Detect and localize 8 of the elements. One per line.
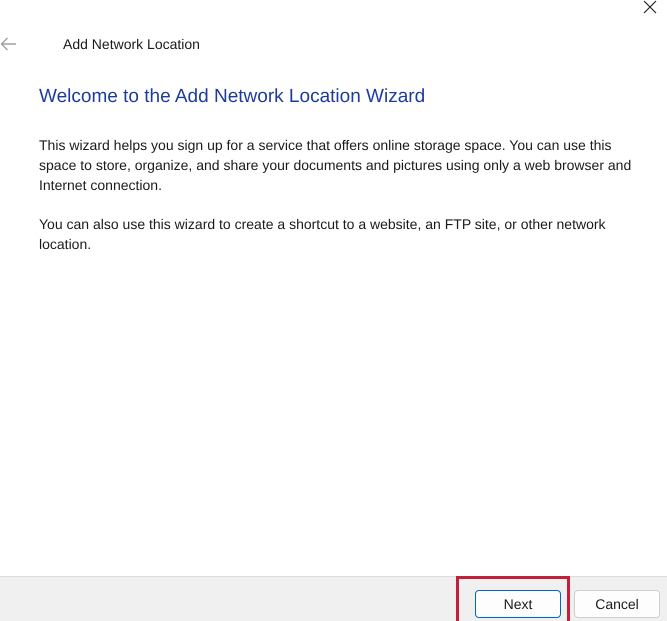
description-paragraph: You can also use this wizard to create a shortcut to a website, an FTP site, or other network location. [39,215,607,254]
wizard-heading: Welcome to the Add Network Location Wizard [39,86,426,108]
close-icon [643,0,657,14]
back-arrow-icon [0,37,17,51]
window-title: Add Network Location [63,36,200,52]
next-button[interactable]: Next [475,590,561,618]
description-paragraph: This wizard helps you sign up for a service that offers online storage space. You can use this space to store, organize, and share your documents and pictures using only a web browser and Internet connection. [39,136,632,195]
cancel-button[interactable]: Cancel [574,590,660,618]
